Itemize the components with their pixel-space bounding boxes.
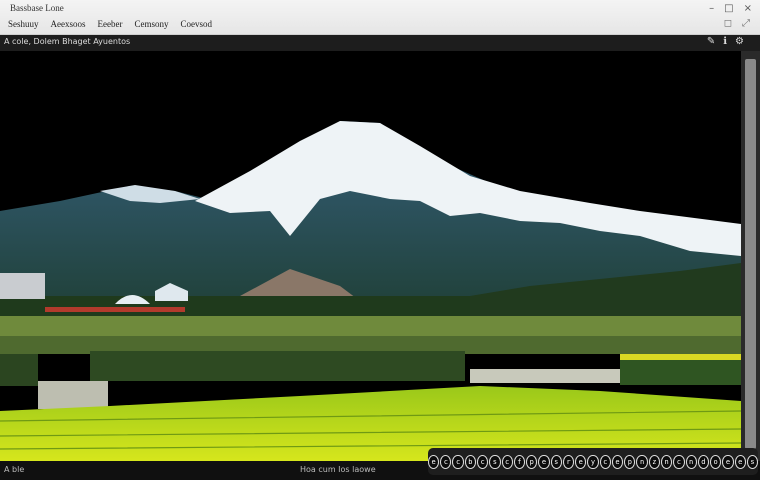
path-stone: [38, 381, 108, 409]
menu-item-5[interactable]: Coevsod: [181, 19, 213, 29]
control-button-17[interactable]: p: [624, 454, 636, 469]
control-button-13[interactable]: e: [575, 454, 587, 469]
tool-icon[interactable]: ✎: [707, 36, 715, 47]
control-button-10[interactable]: e: [538, 454, 550, 469]
expand-icon[interactable]: ⤢: [742, 18, 750, 29]
hedge-row-1: [90, 351, 465, 381]
control-button-4[interactable]: b: [464, 454, 476, 469]
title-bar: Bassbase Lone Seshuuy Aeexsoos Eeeber Ce…: [0, 0, 760, 35]
control-button-14[interactable]: y: [587, 454, 599, 469]
control-button-1[interactable]: e: [427, 454, 440, 469]
control-button-5[interactable]: c: [476, 454, 489, 469]
control-button-9[interactable]: p: [526, 454, 538, 469]
control-button-21[interactable]: c: [673, 454, 685, 469]
breadcrumb: A cole, Dolem Bhaget Ayuentos: [4, 37, 131, 46]
hedge-row-2: [0, 354, 38, 386]
control-button-16[interactable]: e: [611, 454, 624, 469]
image-viewer[interactable]: [0, 51, 741, 461]
control-button-23[interactable]: d: [697, 454, 710, 469]
minimize-icon[interactable]: –: [709, 3, 714, 14]
vertical-scrollbar[interactable]: [741, 51, 760, 461]
window-controls: – □ ×: [709, 3, 752, 14]
control-button-24[interactable]: o: [710, 454, 722, 469]
close-icon[interactable]: ×: [744, 3, 752, 14]
control-button-15[interactable]: c: [599, 454, 611, 469]
control-button-26[interactable]: e: [734, 454, 746, 469]
status-left: A ble: [4, 465, 25, 474]
control-button-25[interactable]: e: [722, 454, 734, 469]
restore-icon[interactable]: ◻: [724, 18, 732, 29]
control-button-12[interactable]: r: [562, 454, 575, 469]
menu-item-4[interactable]: Cemsony: [135, 19, 169, 29]
control-button-27[interactable]: s: [746, 454, 759, 469]
menu-bar: Seshuuy Aeexsoos Eeeber Cemsony Coevsod: [8, 19, 212, 29]
control-button-11[interactable]: s: [550, 454, 562, 469]
control-strip: eccbcscfpesreycepnzncndoees: [427, 448, 759, 475]
scrollbar-thumb[interactable]: [745, 59, 756, 449]
control-button-19[interactable]: z: [648, 454, 660, 469]
menu-item-3[interactable]: Eeeber: [98, 19, 123, 29]
path-right: [470, 369, 620, 383]
control-button-6[interactable]: s: [489, 454, 501, 469]
landscape-image: [0, 51, 741, 461]
window-title: Bassbase Lone: [10, 3, 64, 13]
toolbar: A cole, Dolem Bhaget Ayuentos ✎ ℹ ⚙: [0, 35, 760, 51]
control-button-20[interactable]: n: [660, 454, 673, 469]
control-button-18[interactable]: n: [636, 454, 648, 469]
toolbar-icons: ✎ ℹ ⚙: [707, 36, 744, 47]
secondary-controls: ◻ ⤢: [724, 18, 750, 29]
building-left: [0, 273, 45, 299]
maximize-icon[interactable]: □: [724, 3, 733, 14]
yellow-bed-right: [620, 354, 741, 360]
info-icon[interactable]: ℹ: [723, 36, 727, 47]
status-middle: Hoa cum Ios laowe: [300, 465, 376, 474]
control-button-22[interactable]: n: [685, 454, 697, 469]
settings-icon[interactable]: ⚙: [735, 36, 744, 47]
control-button-3[interactable]: c: [452, 454, 464, 469]
menu-item-2[interactable]: Aeexsoos: [51, 19, 86, 29]
control-button-2[interactable]: c: [440, 454, 452, 469]
menu-item-1[interactable]: Seshuuy: [8, 19, 39, 29]
hedge-row-3: [620, 359, 741, 385]
red-strip: [45, 307, 185, 312]
control-button-7[interactable]: c: [501, 454, 513, 469]
terrace-1: [0, 316, 741, 336]
control-button-8[interactable]: f: [513, 454, 526, 469]
